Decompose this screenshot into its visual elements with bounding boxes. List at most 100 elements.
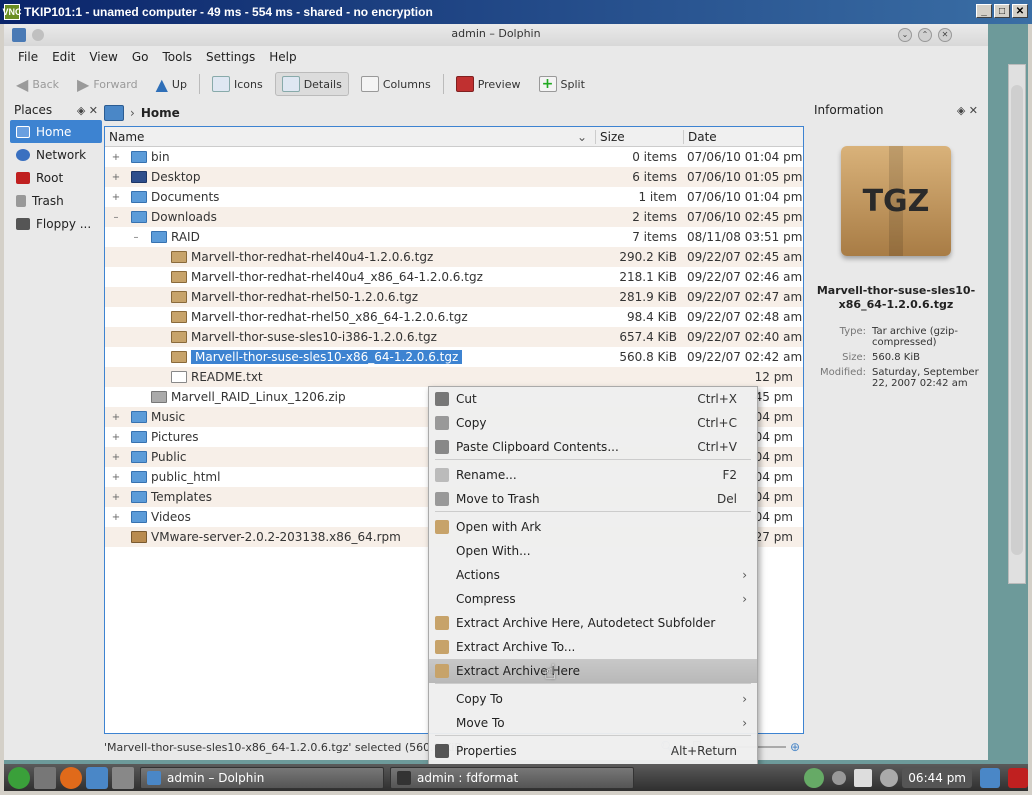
menu-item-copy-to[interactable]: Copy To › [429, 687, 757, 711]
file-name[interactable]: Marvell-thor-redhat-rhel40u4_x86_64-1.2.… [191, 270, 483, 284]
expander-icon[interactable]: + [111, 492, 121, 503]
minimize-button[interactable]: ⌄ [898, 28, 912, 42]
breadcrumb-home-icon[interactable] [104, 105, 124, 121]
place-root[interactable]: Root [10, 166, 102, 189]
place-home[interactable]: Home [10, 120, 102, 143]
table-row[interactable]: Marvell-thor-redhat-rhel40u4-1.2.0.6.tgz… [105, 247, 803, 267]
menu-help[interactable]: Help [269, 50, 296, 64]
forward-button[interactable]: ▶ Forward [71, 72, 144, 97]
kde-launcher-icon[interactable] [8, 766, 30, 789]
pin-icon[interactable] [32, 29, 44, 41]
table-row[interactable]: – RAID 7 items 08/11/08 03:51 pm [105, 227, 803, 247]
expander-icon[interactable]: + [111, 472, 121, 483]
table-row[interactable]: Marvell-thor-suse-sles10-i386-1.2.0.6.tg… [105, 327, 803, 347]
table-row[interactable]: + Documents 1 item 07/06/10 01:04 pm [105, 187, 803, 207]
file-name[interactable]: Marvell-thor-suse-sles10-x86_64-1.2.0.6.… [191, 350, 463, 364]
menu-item-extract-archive-here[interactable]: Extract Archive Here [429, 659, 757, 683]
split-button[interactable]: + Split [533, 73, 591, 95]
menu-item-compress[interactable]: Compress › [429, 587, 757, 611]
scrollbar-thumb[interactable] [1011, 85, 1023, 555]
table-row[interactable]: + bin 0 items 07/06/10 01:04 pm [105, 147, 803, 167]
file-name[interactable]: Marvell-thor-suse-sles10-i386-1.2.0.6.tg… [191, 330, 437, 344]
expander-icon[interactable]: + [111, 432, 121, 443]
clipboard-icon[interactable] [854, 768, 873, 787]
menu-tools[interactable]: Tools [162, 50, 192, 64]
file-name[interactable]: Templates [151, 490, 212, 504]
panel-float-close-icons[interactable]: ◈ ✕ [77, 104, 98, 117]
file-name[interactable]: README.txt [191, 370, 263, 384]
back-button[interactable]: ◀ Back [10, 72, 65, 97]
table-row[interactable]: – Downloads 2 items 07/06/10 02:45 pm [105, 207, 803, 227]
menu-item-extract-archive-to[interactable]: Extract Archive To... [429, 635, 757, 659]
menu-item-move-to[interactable]: Move To › [429, 711, 757, 735]
file-name[interactable]: Documents [151, 190, 219, 204]
file-name[interactable]: Downloads [151, 210, 217, 224]
zoom-in-icon[interactable]: ⊕ [790, 740, 800, 754]
expander-icon[interactable]: + [111, 192, 121, 203]
column-name[interactable]: Name ⌄ [105, 130, 595, 144]
expander-icon[interactable]: + [111, 512, 121, 523]
maximize-button[interactable]: ⌃ [918, 28, 932, 42]
menu-item-paste-clipboard-contents[interactable]: Paste Clipboard Contents... Ctrl+V [429, 435, 757, 459]
task-terminal[interactable]: admin : fdformat [390, 766, 634, 789]
table-row[interactable]: Marvell-thor-suse-sles10-x86_64-1.2.0.6.… [105, 347, 803, 367]
menu-item-extract-archive-here-autodetect-subfolder[interactable]: Extract Archive Here, Autodetect Subfold… [429, 611, 757, 635]
menu-go[interactable]: Go [132, 50, 149, 64]
info-icon[interactable] [880, 768, 899, 787]
scrollbar[interactable] [1008, 64, 1026, 584]
table-row[interactable]: + Desktop 6 items 07/06/10 01:05 pm [105, 167, 803, 187]
file-name[interactable]: Marvell-thor-redhat-rhel40u4-1.2.0.6.tgz [191, 250, 433, 264]
icons-view-button[interactable]: Icons [206, 73, 269, 95]
file-name[interactable]: VMware-server-2.0.2-203138.x86_64.rpm [151, 530, 401, 544]
dolphin-app-icon[interactable] [12, 28, 26, 42]
up-button[interactable]: ▲ Up [150, 72, 193, 97]
expander-icon[interactable]: + [111, 412, 121, 423]
file-name[interactable]: Desktop [151, 170, 201, 184]
network-tray-icon[interactable] [804, 767, 825, 788]
file-name[interactable]: Marvell-thor-redhat-rhel50-1.2.0.6.tgz [191, 290, 418, 304]
file-name[interactable]: public_html [151, 470, 220, 484]
details-view-button[interactable]: Details [274, 72, 349, 96]
menu-item-move-to-trash[interactable]: Move to Trash Del [429, 487, 757, 511]
menu-item-actions[interactable]: Actions › [429, 563, 757, 587]
menu-item-cut[interactable]: Cut Ctrl+X [429, 387, 757, 411]
maximize-icon[interactable]: □ [994, 4, 1010, 18]
menu-item-open-with-ark[interactable]: Open with Ark [429, 515, 757, 539]
place-floppy[interactable]: Floppy ... [10, 212, 102, 235]
firefox-icon[interactable] [60, 766, 82, 789]
expander-icon[interactable]: – [111, 212, 121, 223]
volume-icon[interactable] [832, 770, 847, 785]
expander-icon[interactable]: + [111, 152, 121, 163]
table-row[interactable]: Marvell-thor-redhat-rhel40u4_x86_64-1.2.… [105, 267, 803, 287]
close-button[interactable]: ✕ [938, 28, 952, 42]
menu-settings[interactable]: Settings [206, 50, 255, 64]
file-name[interactable]: Pictures [151, 430, 199, 444]
place-network[interactable]: Network [10, 143, 102, 166]
menu-item-properties[interactable]: Properties Alt+Return [429, 739, 757, 763]
expander-icon[interactable]: + [111, 172, 121, 183]
panel-float-close-icons[interactable]: ◈ ✕ [957, 104, 978, 117]
menu-view[interactable]: View [89, 50, 117, 64]
expander-icon[interactable]: – [131, 232, 141, 243]
clock[interactable]: 06:44 pm [902, 767, 972, 788]
power-icon[interactable] [1008, 767, 1028, 788]
file-name[interactable]: Public [151, 450, 187, 464]
menu-item-open-with[interactable]: Open With... [429, 539, 757, 563]
close-icon[interactable]: ✕ [1012, 4, 1028, 18]
file-name[interactable]: Marvell-thor-redhat-rhel50_x86_64-1.2.0.… [191, 310, 468, 324]
disk-icon[interactable] [86, 766, 108, 789]
file-manager-icon[interactable] [34, 766, 56, 789]
lock-screen-icon[interactable] [980, 767, 1000, 788]
vnc-titlebar[interactable]: VNC TKIP101:1 - unamed computer - 49 ms … [0, 0, 1032, 24]
column-date[interactable]: Date [683, 129, 803, 144]
column-size[interactable]: Size [595, 129, 683, 144]
columns-view-button[interactable]: Columns [355, 73, 437, 95]
menu-item-copy[interactable]: Copy Ctrl+C [429, 411, 757, 435]
file-name[interactable]: bin [151, 150, 170, 164]
breadcrumb-current[interactable]: Home [141, 106, 180, 120]
file-name[interactable]: RAID [171, 230, 200, 244]
menu-file[interactable]: File [18, 50, 38, 64]
place-trash[interactable]: Trash [10, 189, 102, 212]
file-name[interactable]: Videos [151, 510, 191, 524]
table-row[interactable]: Marvell-thor-redhat-rhel50_x86_64-1.2.0.… [105, 307, 803, 327]
